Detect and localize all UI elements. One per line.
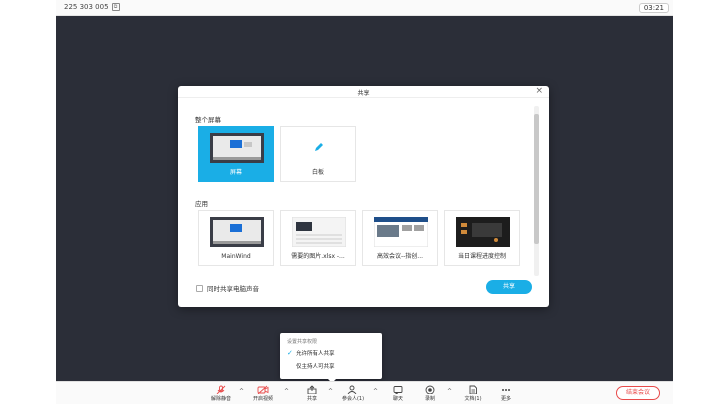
share-toolbar-button[interactable]: 共享 [295, 385, 329, 403]
app-label: 高效会议--指创... [376, 253, 424, 260]
app-thumbnail [456, 217, 510, 247]
dialog-header: 共享 × [178, 86, 549, 98]
start-video-label: 开启视频 [252, 396, 273, 402]
chat-button[interactable]: 聊天 [381, 385, 415, 403]
share-option-whiteboard[interactable]: 白板 [280, 126, 356, 182]
participants-icon [347, 385, 357, 394]
permission-option-host[interactable]: 仅主持人可共享 [287, 362, 335, 370]
mic-muted-icon [216, 385, 226, 394]
permission-option-label: 仅主持人可共享 [296, 364, 335, 370]
app-thumbnail [292, 217, 346, 247]
meeting-id: 225 303 005 ⧉ [64, 3, 120, 11]
share-option-screen[interactable]: 屏幕 [198, 126, 274, 182]
chat-label: 聊天 [392, 396, 403, 402]
meeting-timer: 03:21 [638, 3, 669, 13]
unmute-button[interactable]: 解除静音 [204, 385, 238, 403]
bottom-toolbar: 解除静音 ^ 开启视频 ^ 共享 ^ 参会人(1) ^ 聊天 录制 ^ 文档(1… [56, 381, 673, 404]
popup-title: 设置共享权限 [287, 339, 318, 345]
share-icon [307, 385, 317, 394]
app-thumbnail [374, 217, 428, 247]
chat-icon [393, 386, 403, 394]
share-audio-option[interactable]: 同时共享电脑声音 [196, 283, 259, 293]
participants-label: 参会人(1) [341, 396, 365, 402]
document-label: 文档(1) [464, 396, 482, 402]
close-icon[interactable]: × [535, 87, 543, 96]
start-video-button[interactable]: 开启视频 [246, 385, 280, 403]
dialog-scrollbar[interactable] [534, 106, 539, 276]
screen-label: 屏幕 [229, 169, 242, 176]
screen-thumbnail-icon [210, 133, 264, 163]
chevron-up-icon[interactable]: ^ [447, 388, 452, 395]
pen-icon [315, 143, 323, 151]
permission-option-label: 允许所有人共享 [296, 351, 335, 357]
scrollbar-thumb[interactable] [534, 114, 539, 244]
chevron-up-icon[interactable]: ^ [373, 388, 378, 395]
app-label: MainWind [221, 253, 251, 260]
dialog-title: 共享 [357, 90, 370, 97]
chevron-up-icon[interactable]: ^ [284, 388, 289, 395]
camera-off-icon [257, 385, 269, 394]
whiteboard-label: 白板 [311, 169, 324, 176]
share-audio-checkbox[interactable] [196, 284, 203, 292]
share-label: 共享 [306, 396, 317, 402]
chevron-up-icon[interactable]: ^ [239, 388, 244, 395]
app-option-xlsx[interactable]: 需要的图片.xlsx -... [280, 210, 356, 266]
app-label: 需要的图片.xlsx -... [291, 253, 345, 260]
chevron-up-icon[interactable]: ^ [328, 388, 333, 395]
meeting-id-text: 225 303 005 [64, 3, 109, 11]
more-icon [502, 389, 510, 391]
section-screens-label: 整个屏幕 [195, 116, 221, 124]
app-option-course[interactable]: 当日课程进度控制 [444, 210, 520, 266]
app-thumbnail [210, 217, 264, 247]
check-icon: ✓ [287, 349, 293, 357]
record-button[interactable]: 录制 [413, 385, 447, 403]
share-audio-label: 同时共享电脑声音 [207, 285, 259, 293]
more-button[interactable]: 更多 [489, 385, 523, 403]
app-option-mainwind[interactable]: MainWind [198, 210, 274, 266]
app-option-meeting[interactable]: 高效会议--指创... [362, 210, 438, 266]
permission-option-all[interactable]: ✓ 允许所有人共享 [287, 349, 335, 357]
unmute-label: 解除静音 [210, 396, 231, 402]
section-apps-label: 应用 [195, 200, 208, 208]
share-permission-popup: 设置共享权限 ✓ 允许所有人共享 仅主持人可共享 [280, 333, 382, 383]
record-label: 录制 [424, 396, 435, 402]
end-meeting-button[interactable]: 结束会议 [616, 386, 660, 400]
more-label: 更多 [500, 396, 511, 402]
document-button[interactable]: 文档(1) [456, 385, 490, 403]
record-icon [425, 385, 435, 394]
copy-icon[interactable]: ⧉ [111, 3, 120, 11]
document-icon [469, 385, 477, 394]
participants-button[interactable]: 参会人(1) [336, 385, 370, 403]
share-dialog: 共享 × 整个屏幕 屏幕 白板 应用 MainWind 需要的图片.xlsx -… [178, 86, 549, 307]
share-button[interactable]: 共享 [486, 280, 532, 294]
top-bar: 225 303 005 ⧉ 03:21 [56, 0, 673, 16]
app-label: 当日课程进度控制 [457, 253, 506, 260]
